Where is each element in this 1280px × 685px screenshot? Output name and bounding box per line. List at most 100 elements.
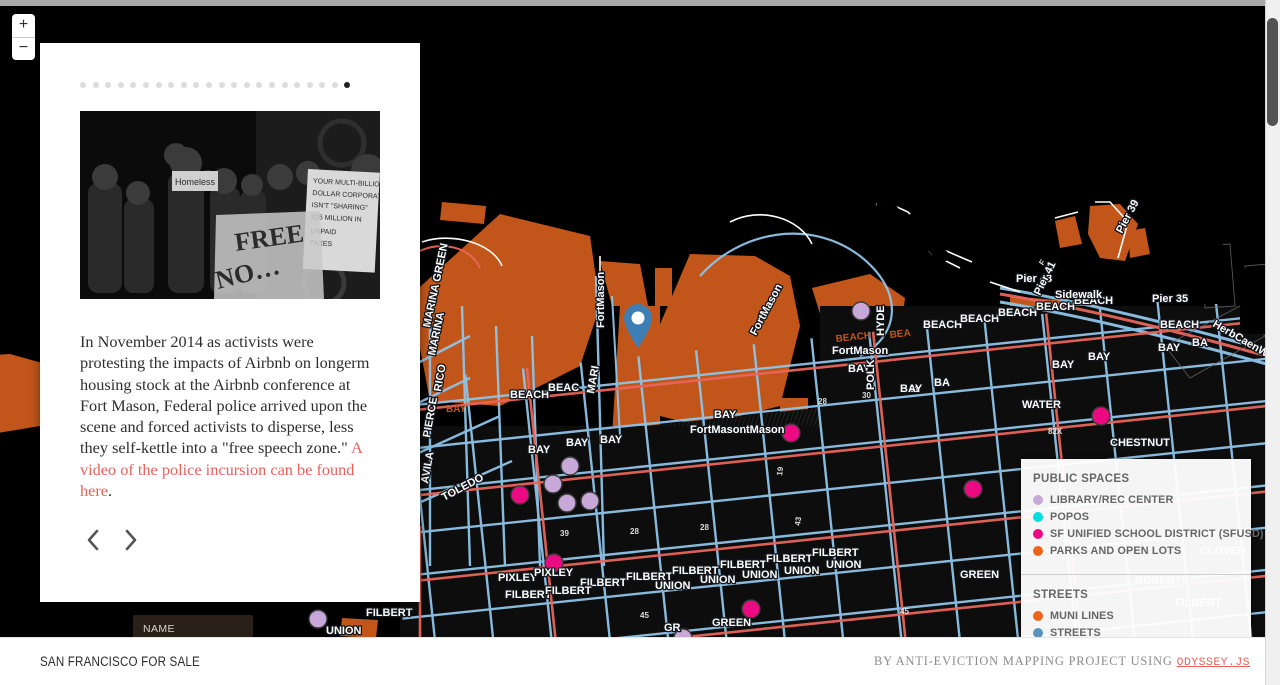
svg-text:GREEN: GREEN xyxy=(960,569,999,581)
legend-item-label: PARKS AND OPEN LOTS xyxy=(1050,545,1182,557)
svg-text:FortMason: FortMason xyxy=(690,424,747,436)
slide-dot[interactable] xyxy=(306,82,313,88)
svg-text:BEACH: BEACH xyxy=(1036,301,1075,313)
svg-text:30: 30 xyxy=(862,391,871,400)
svg-text:BAY: BAY xyxy=(600,434,623,446)
legend-item-label: SF UNIFIED SCHOOL DISTRICT (SFUSD) xyxy=(1050,528,1264,540)
legend-item-label: LIBRARY/REC CENTER xyxy=(1050,494,1174,506)
svg-text:UNION: UNION xyxy=(826,559,862,571)
svg-text:HYDE: HYDE xyxy=(875,305,887,336)
slide-dot[interactable] xyxy=(319,82,326,88)
legend-swatch-icon xyxy=(1033,512,1043,522)
slide-dot[interactable] xyxy=(168,82,175,88)
odyssey-link[interactable]: ODYSSEY.JS xyxy=(1177,657,1250,669)
svg-text:FortMason: FortMason xyxy=(832,345,889,357)
story-card[interactable]: YOUR MULTI-BILLION DOLLAR CORPORATION IS… xyxy=(40,43,420,602)
svg-text:BEAC: BEAC xyxy=(548,382,579,394)
slide-dot[interactable] xyxy=(243,82,250,88)
slide-dot[interactable] xyxy=(193,82,200,88)
svg-text:BAY: BAY xyxy=(566,437,589,449)
page-scrollbar-track[interactable] xyxy=(1265,0,1280,685)
slide-dot[interactable] xyxy=(231,82,238,88)
svg-text:BAY: BAY xyxy=(1158,342,1181,354)
svg-text:FILBERT: FILBERT xyxy=(545,585,592,597)
legend-item[interactable]: SF UNIFIED SCHOOL DISTRICT (SFUSD) xyxy=(1033,528,1264,540)
svg-text:BAY: BAY xyxy=(714,409,737,421)
slide-dot[interactable] xyxy=(180,82,187,88)
svg-text:28: 28 xyxy=(630,527,639,536)
story-navigation[interactable] xyxy=(80,527,380,553)
story-body-after: . xyxy=(108,481,113,501)
svg-text:BEACH: BEACH xyxy=(998,307,1037,319)
svg-text:Homeless: Homeless xyxy=(175,177,216,187)
project-title: SAN FRANCISCO FOR SALE xyxy=(40,654,200,669)
svg-text:39: 39 xyxy=(560,529,569,538)
legend-swatch-icon xyxy=(1033,546,1043,556)
svg-text:BAY: BAY xyxy=(446,404,467,415)
slide-dot[interactable] xyxy=(130,82,137,88)
slide-dot[interactable] xyxy=(218,82,225,88)
svg-text:BA: BA xyxy=(934,377,950,389)
svg-text:Sidewalk: Sidewalk xyxy=(1055,289,1103,301)
chevron-left-icon xyxy=(87,530,99,551)
svg-text:PIXLEY: PIXLEY xyxy=(498,572,538,584)
slide-dot[interactable] xyxy=(331,82,338,88)
svg-text:WATER: WATER xyxy=(1022,399,1061,411)
page-footer: SAN FRANCISCO FOR SALE BY ANTI-EVICTION … xyxy=(0,637,1274,685)
legend-item[interactable]: POPOS xyxy=(1033,511,1239,523)
page-scrollbar-thumb[interactable] xyxy=(1267,18,1278,126)
svg-text:POLK: POLK xyxy=(865,359,877,390)
slide-dot[interactable] xyxy=(155,82,162,88)
footer-credit: BY ANTI-EVICTION MAPPING PROJECT USING O… xyxy=(874,654,1250,669)
slide-dot[interactable] xyxy=(92,82,99,88)
map-zoom-controls[interactable]: + − xyxy=(12,14,35,60)
story-photo: YOUR MULTI-BILLION DOLLAR CORPORATION IS… xyxy=(80,111,380,299)
slide-dot[interactable] xyxy=(344,82,351,88)
chevron-right-icon xyxy=(125,530,137,551)
legend-item[interactable]: PARKS AND OPEN LOTS xyxy=(1033,545,1239,557)
svg-text:BAY: BAY xyxy=(1088,351,1111,363)
legend-item[interactable]: MUNI LINES xyxy=(1033,610,1239,622)
story-body-before: In November 2014 as activists were prote… xyxy=(80,332,370,458)
svg-text:45: 45 xyxy=(900,607,909,616)
svg-text:28: 28 xyxy=(700,523,709,532)
svg-text:UNION: UNION xyxy=(655,580,691,592)
legend-swatch-icon xyxy=(1033,495,1043,505)
svg-text:GREEN: GREEN xyxy=(712,617,751,629)
svg-text:BEA: BEA xyxy=(889,328,911,341)
next-slide-button[interactable] xyxy=(120,527,142,553)
slide-dot[interactable] xyxy=(281,82,288,88)
app-root: FortMason FortMason FortMason FortMason … xyxy=(0,0,1280,685)
svg-text:tMason: tMason xyxy=(746,424,785,436)
story-body: In November 2014 as activists were prote… xyxy=(80,331,380,501)
legend-section: PUBLIC SPACES LIBRARY/REC CENTER POPOS SF U… xyxy=(1021,459,1264,574)
svg-text:BEACH: BEACH xyxy=(960,313,999,325)
svg-text:45: 45 xyxy=(640,611,649,620)
slide-dot[interactable] xyxy=(105,82,112,88)
legend-item-label: MUNI LINES xyxy=(1050,610,1114,622)
previous-slide-button[interactable] xyxy=(82,527,104,553)
svg-text:FILBERT: FILBERT xyxy=(366,607,413,619)
slide-dot[interactable] xyxy=(205,82,212,88)
slide-dot[interactable] xyxy=(294,82,301,88)
svg-text:19: 19 xyxy=(775,466,785,477)
map-legend[interactable]: PUBLIC SPACES LIBRARY/REC CENTER POPOS SF U… xyxy=(1021,459,1264,656)
slide-dot[interactable] xyxy=(256,82,263,88)
legend-item-label: POPOS xyxy=(1050,511,1090,523)
slide-dots[interactable] xyxy=(80,80,380,90)
slide-dot[interactable] xyxy=(142,82,149,88)
slide-dot[interactable] xyxy=(80,82,86,88)
svg-text:FILBERT: FILBERT xyxy=(812,547,859,559)
slide-dot[interactable] xyxy=(117,82,124,88)
legend-item[interactable]: LIBRARY/REC CENTER xyxy=(1033,494,1239,506)
svg-text:BA: BA xyxy=(1192,337,1208,349)
svg-text:BEACH: BEACH xyxy=(923,319,962,331)
svg-text:UNION: UNION xyxy=(326,625,362,637)
zoom-in-button[interactable]: + xyxy=(12,14,35,37)
svg-text:PIXLEY: PIXLEY xyxy=(534,567,574,579)
svg-text:28: 28 xyxy=(818,397,827,406)
legend-section-title: PUBLIC SPACES xyxy=(1033,473,1130,485)
slide-dot[interactable] xyxy=(268,82,275,88)
footer-credit-text: BY ANTI-EVICTION MAPPING PROJECT USING xyxy=(873,654,1177,668)
zoom-out-button[interactable]: − xyxy=(12,37,35,60)
